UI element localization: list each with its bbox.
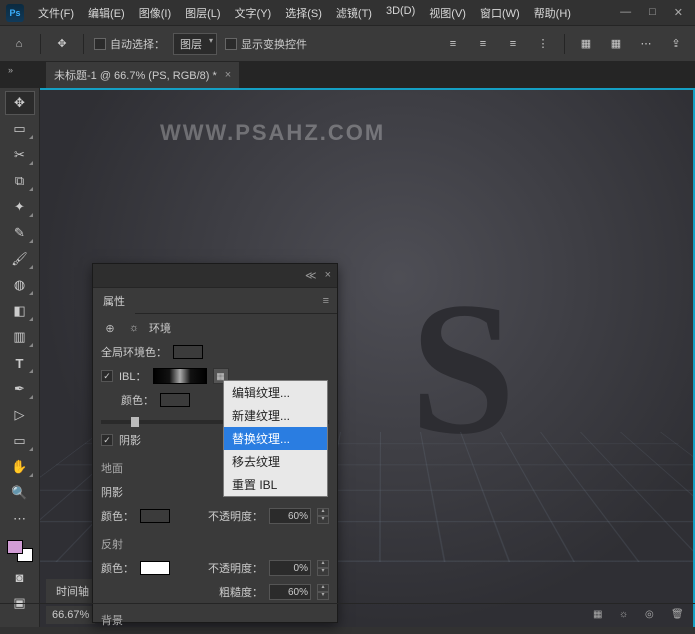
ibl-color-swatch[interactable] [160, 393, 190, 407]
auto-select-dropdown[interactable]: 图层 [173, 33, 217, 55]
menu-window[interactable]: 窗口(W) [474, 1, 526, 25]
menu-filter[interactable]: 滤镜(T) [330, 1, 378, 25]
clone-tool[interactable]: ◍ [6, 274, 34, 296]
panel-close-icon[interactable]: × [325, 269, 331, 282]
ground-opacity-spinner[interactable]: ▴▾ [317, 508, 329, 524]
3dmode2-icon[interactable]: ▦ [605, 33, 627, 55]
ibl-context-menu: 编辑纹理... 新建纹理... 替换纹理... 移去纹理 重置 IBL [223, 380, 328, 497]
brush-tool[interactable]: 🖌 [6, 248, 34, 270]
tab-pin-icon[interactable]: » [8, 65, 13, 75]
ctx-remove-texture[interactable]: 移去纹理 [224, 450, 327, 473]
menu-type[interactable]: 文字(Y) [229, 1, 278, 25]
marquee-tool[interactable]: ▭ [6, 118, 34, 140]
env-section-label: 环境 [149, 320, 171, 336]
ground-color-label: 颜色： [101, 508, 134, 524]
crop-tool[interactable]: ⧉ [6, 170, 34, 192]
align3-icon[interactable]: ≡ [502, 33, 524, 55]
ground-opacity-input[interactable] [269, 508, 311, 524]
ground-color-swatch[interactable] [140, 509, 170, 523]
reflect-opacity-spinner[interactable]: ▴▾ [317, 560, 329, 576]
move-tool[interactable]: ✥ [6, 92, 34, 114]
ctx-new-texture[interactable]: 新建纹理... [224, 404, 327, 427]
roughness-input[interactable] [269, 584, 311, 600]
dist-icon[interactable]: ⋮ [532, 33, 554, 55]
tools-panel: ✥ ▭ ✂ ⧉ ✦ ✎ 🖌 ◍ ◧ ▥ T ✒ ▷ ▭ ✋ 🔍 ⋯ ◙ ▣ [0, 88, 40, 627]
watermark-text: WWW.PSAHZ.COM [160, 120, 385, 146]
menu-edit[interactable]: 编辑(E) [82, 1, 131, 25]
reflect-opacity-label: 不透明度： [208, 560, 263, 576]
ctx-replace-texture[interactable]: 替换纹理... [224, 427, 327, 450]
ground-shadow-label: 阴影 [101, 484, 123, 500]
menu-file[interactable]: 文件(F) [32, 1, 80, 25]
align2-icon[interactable]: ≡ [472, 33, 494, 55]
ground-opacity-label: 不透明度： [208, 508, 263, 524]
wand-tool[interactable]: ✦ [6, 196, 34, 218]
lasso-tool[interactable]: ✂ [6, 144, 34, 166]
show-transform-checkbox[interactable]: 显示变换控件 [225, 36, 307, 52]
edit-toolbar[interactable]: ⋯ [6, 508, 34, 530]
shape-tool[interactable]: ▭ [6, 430, 34, 452]
reflect-section-label: 反射 [101, 536, 329, 552]
ibl-checkbox[interactable]: ✓ [101, 370, 113, 382]
shadow-checkbox[interactable]: ✓ [101, 434, 113, 446]
3d-render-icon[interactable]: ▦ [593, 609, 609, 623]
auto-select-label: 自动选择： [110, 36, 165, 52]
panel-menu-icon[interactable]: ≡ [315, 295, 337, 307]
menu-help[interactable]: 帮助(H) [528, 1, 577, 25]
reflect-color-swatch[interactable] [140, 561, 170, 575]
show-transform-label: 显示变换控件 [241, 36, 307, 52]
eraser-tool[interactable]: ◧ [6, 300, 34, 322]
menu-select[interactable]: 选择(S) [279, 1, 328, 25]
menu-layer[interactable]: 图层(L) [179, 1, 226, 25]
ctx-reset-ibl[interactable]: 重置 IBL [224, 473, 327, 496]
3d-light-icon[interactable]: ☼ [619, 609, 635, 623]
eyedropper-tool[interactable]: ✎ [6, 222, 34, 244]
ibl-color-label: 颜色： [121, 392, 154, 408]
menu-image[interactable]: 图像(I) [133, 1, 177, 25]
document-tab[interactable]: 未标题-1 @ 66.7% (PS, RGB/8) * × [46, 62, 239, 88]
win-max-icon[interactable]: □ [649, 6, 656, 19]
properties-tab[interactable]: 属性 [93, 288, 135, 314]
panel-collapse-icon[interactable]: ≪ [305, 269, 317, 282]
env-bulb-icon: ☼ [125, 320, 143, 336]
reflect-opacity-input[interactable] [269, 560, 311, 576]
share-icon[interactable]: ⇪ [665, 33, 687, 55]
auto-select-checkbox[interactable]: 自动选择： [94, 36, 165, 52]
menu-view[interactable]: 视图(V) [423, 1, 472, 25]
path-select-tool[interactable]: ▷ [6, 404, 34, 426]
win-min-icon[interactable]: — [620, 6, 631, 19]
roughness-label: 粗糙度： [219, 584, 263, 600]
document-tab-title: 未标题-1 @ 66.7% (PS, RGB/8) * [54, 67, 217, 83]
align-icon[interactable]: ≡ [442, 33, 464, 55]
more-icon[interactable]: ⋯ [635, 33, 657, 55]
mask-mode[interactable]: ◙ [6, 566, 34, 588]
3dmode-icon[interactable]: ▦ [575, 33, 597, 55]
ibl-label: IBL： [119, 368, 147, 384]
3d-camera-icon[interactable]: ◎ [645, 609, 661, 623]
shadow-label: 阴影 [119, 432, 141, 448]
hand-tool[interactable]: ✋ [6, 456, 34, 478]
ctx-edit-texture[interactable]: 编辑纹理... [224, 381, 327, 404]
gradient-tool[interactable]: ▥ [6, 326, 34, 348]
zoom-tool[interactable]: 🔍 [6, 482, 34, 504]
pen-tool[interactable]: ✒ [6, 378, 34, 400]
app-logo: Ps [6, 4, 24, 22]
env-globe-icon: ⊕ [101, 320, 119, 336]
type-tool[interactable]: T [6, 352, 34, 374]
global-env-color-label: 全局环境色： [101, 344, 167, 360]
reflect-color-label: 颜色： [101, 560, 134, 576]
home-icon[interactable]: ⌂ [8, 33, 30, 55]
roughness-spinner[interactable]: ▴▾ [317, 584, 329, 600]
menubar: 文件(F) 编辑(E) 图像(I) 图层(L) 文字(Y) 选择(S) 滤镜(T… [32, 1, 620, 25]
menu-3d[interactable]: 3D(D) [380, 1, 421, 25]
color-swatch[interactable] [7, 540, 33, 562]
move-tool-icon[interactable]: ✥ [51, 33, 73, 55]
win-close-icon[interactable]: ✕ [674, 6, 683, 19]
ibl-preview[interactable] [153, 368, 207, 384]
3d-delete-icon[interactable]: 🗑 [671, 609, 687, 623]
close-tab-icon[interactable]: × [225, 69, 231, 81]
global-env-color-swatch[interactable] [173, 345, 203, 359]
